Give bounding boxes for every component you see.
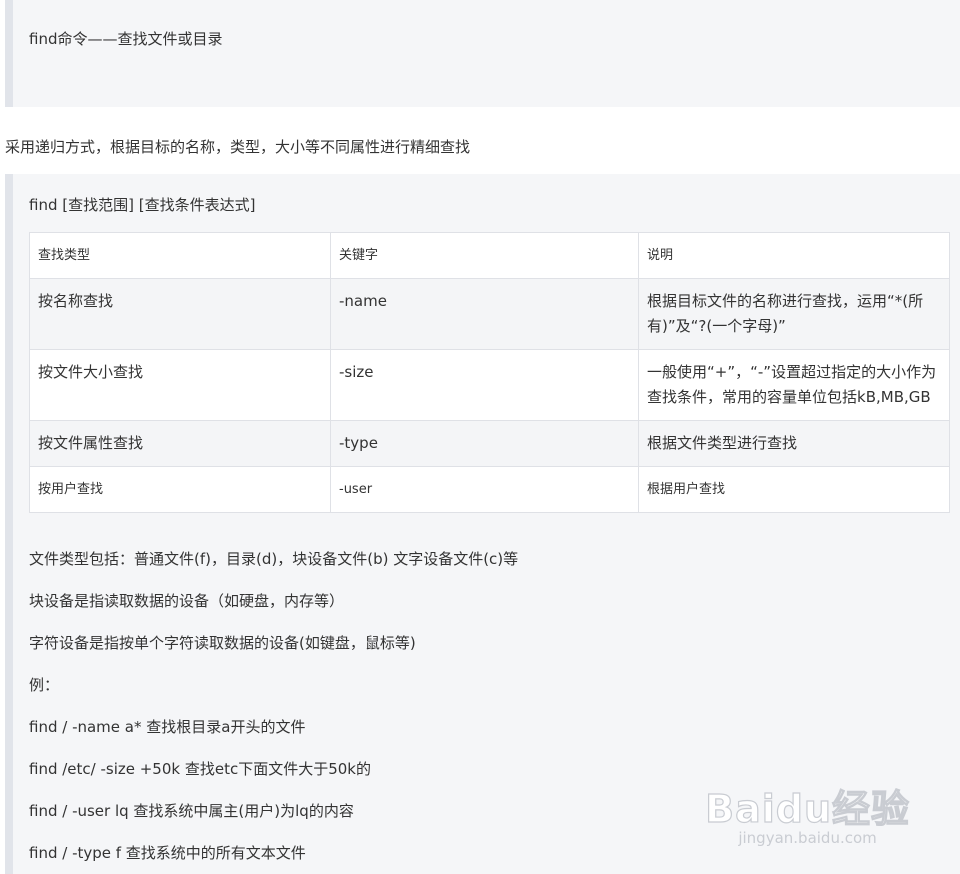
cell-type: 按用户查找 xyxy=(29,466,331,513)
table-header-row: 查找类型 关键字 说明 xyxy=(29,232,950,279)
intro-text: 采用递归方式，根据目标的名称，类型，大小等不同属性进行精细查找 xyxy=(5,138,471,156)
cell-desc: 根据用户查找 xyxy=(638,466,950,513)
cell-keyword: -type xyxy=(330,420,639,467)
table-row: 按用户查找 -user 根据用户查找 xyxy=(29,466,950,513)
title-quote-block: find命令——查找文件或目录 xyxy=(5,0,960,107)
table-row: 按文件属性查找 -type 根据文件类型进行查找 xyxy=(29,420,950,467)
content-quote-block: find [查找范围] [查找条件表达式] 查找类型 关键字 说明 按名称查找 … xyxy=(5,174,960,874)
example-size: find /etc/ -size +50k 查找etc下面文件大于50k的 xyxy=(29,760,371,778)
cell-desc: 根据目标文件的名称进行查找，运用“*(所有)”及“?(一个字母)” xyxy=(638,278,950,350)
quote-title: find命令——查找文件或目录 xyxy=(29,30,223,48)
example-label: 例： xyxy=(29,676,60,694)
example-name: find / -name a* 查找根目录a开头的文件 xyxy=(29,718,306,736)
baidu-watermark: Baidu经验 jingyan.baidu.com xyxy=(705,778,910,847)
example-type: find / -type f 查找系统中的所有文本文件 xyxy=(29,844,306,862)
cell-desc: 根据文件类型进行查找 xyxy=(638,420,950,467)
header-cell-keyword: 关键字 xyxy=(330,232,639,279)
table-row: 按文件大小查找 -size 一般使用“+”，“-”设置超过指定的大小作为查找条件… xyxy=(29,349,950,421)
cell-type: 按文件属性查找 xyxy=(29,420,331,467)
cell-type: 按文件大小查找 xyxy=(29,349,331,421)
table-row: 按名称查找 -name 根据目标文件的名称进行查找，运用“*(所有)”及“?(一… xyxy=(29,278,950,350)
block-device-paragraph: 块设备是指读取数据的设备（如硬盘，内存等） xyxy=(29,592,345,610)
cell-type: 按名称查找 xyxy=(29,278,331,350)
cell-keyword: -name xyxy=(330,278,639,350)
file-types-paragraph: 文件类型包括：普通文件(f)，目录(d)，块设备文件(b) 文字设备文件(c)等 xyxy=(29,550,519,568)
cell-keyword: -size xyxy=(330,349,639,421)
syntax-line: find [查找范围] [查找条件表达式] xyxy=(29,196,256,214)
cell-desc: 一般使用“+”，“-”设置超过指定的大小作为查找条件，常用的容量单位包括kB,M… xyxy=(638,349,950,421)
header-cell-desc: 说明 xyxy=(638,232,950,279)
example-user: find / -user lq 查找系统中属主(用户)为lq的内容 xyxy=(29,802,354,820)
cell-keyword: -user xyxy=(330,466,639,513)
char-device-paragraph: 字符设备是指按单个字符读取数据的设备(如键盘，鼠标等) xyxy=(29,634,416,652)
watermark-brand: Baidu经验 xyxy=(705,786,910,831)
find-options-table: 查找类型 关键字 说明 按名称查找 -name 根据目标文件的名称进行查找，运用… xyxy=(29,232,950,513)
header-cell-type: 查找类型 xyxy=(29,232,331,279)
